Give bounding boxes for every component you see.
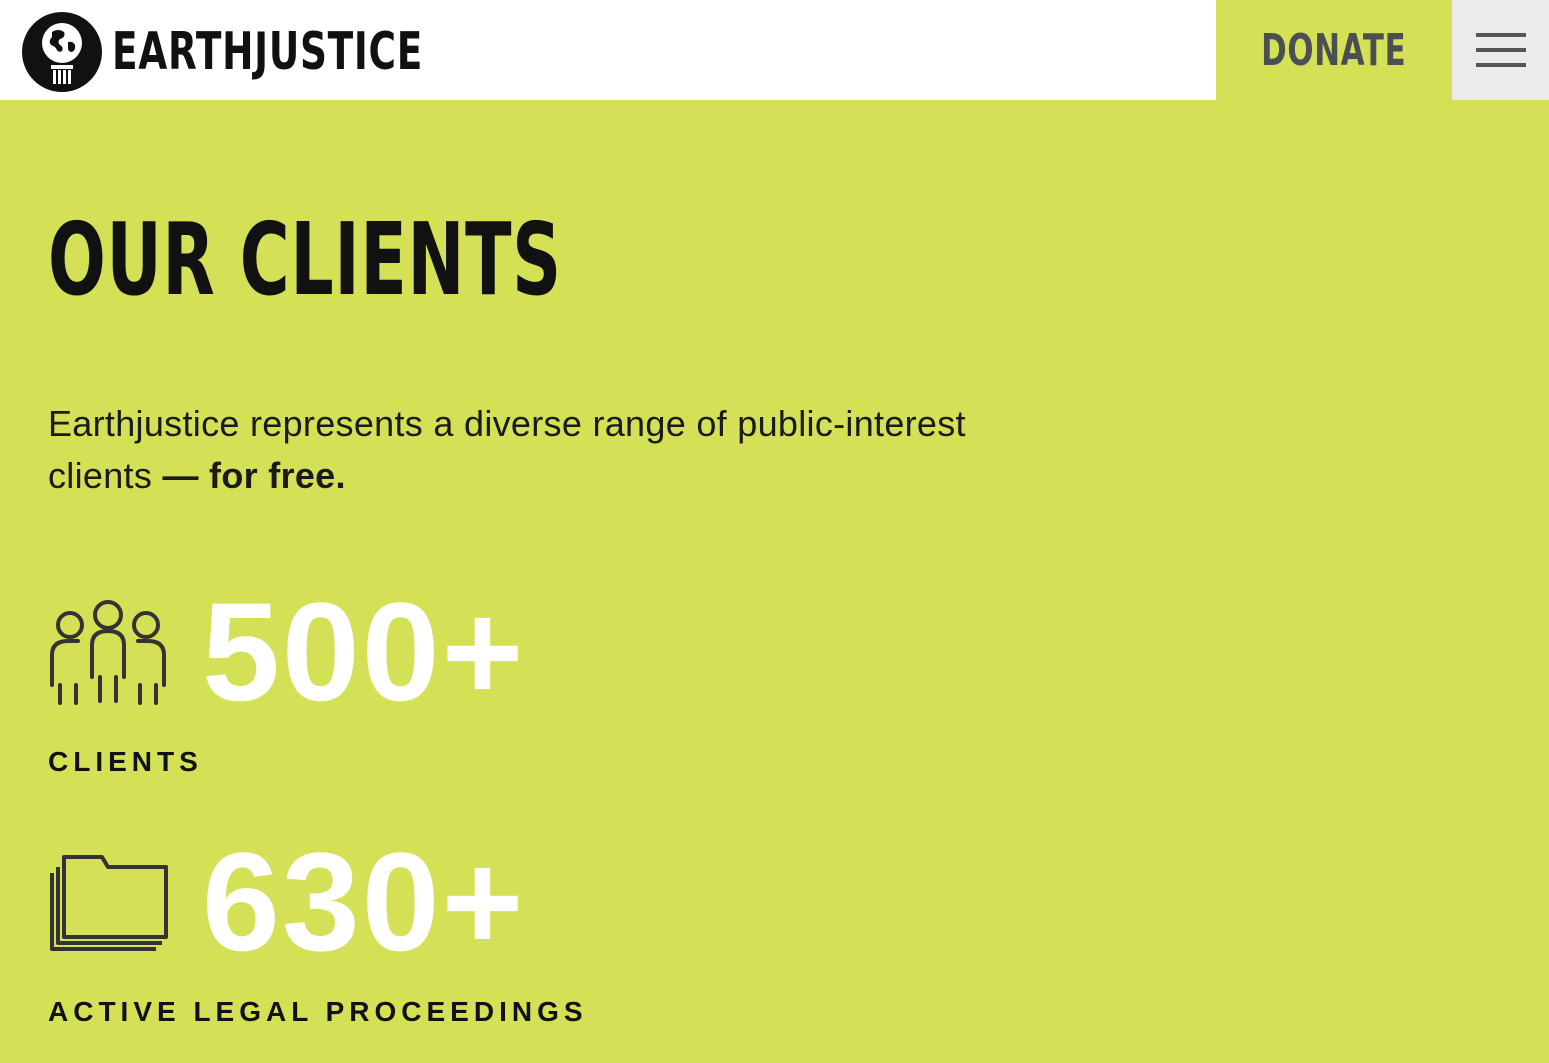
stat-clients: 500+ CLIENTS <box>48 573 526 778</box>
stat-label-clients: CLIENTS <box>48 746 203 777</box>
globe-pillar-icon <box>22 12 102 92</box>
intro-paragraph: Earthjustice represents a diverse range … <box>48 398 1048 502</box>
donate-button[interactable]: DONATE <box>1216 0 1452 100</box>
people-group-icon <box>50 600 166 705</box>
stat-value-clients: 500+ <box>202 573 526 730</box>
stat-proceedings: 630+ ACTIVE LEGAL PROCEEDINGS <box>48 823 588 1028</box>
intro-emphasis: — for free. <box>162 455 346 496</box>
folder-stack-icon <box>50 855 168 951</box>
page-title: OUR CLIENTS <box>48 201 562 318</box>
stat-value-proceedings: 630+ <box>202 823 526 980</box>
menu-button[interactable] <box>1452 0 1549 100</box>
logo-wordmark: EARTHJUSTICE <box>112 22 424 82</box>
hamburger-menu-icon <box>1475 33 1526 67</box>
site-header: EARTHJUSTICE DONATE <box>0 0 1549 100</box>
stat-label-proceedings: ACTIVE LEGAL PROCEEDINGS <box>48 996 588 1027</box>
donate-label: DONATE <box>1261 24 1407 76</box>
earthjustice-logo[interactable]: EARTHJUSTICE <box>22 12 544 92</box>
